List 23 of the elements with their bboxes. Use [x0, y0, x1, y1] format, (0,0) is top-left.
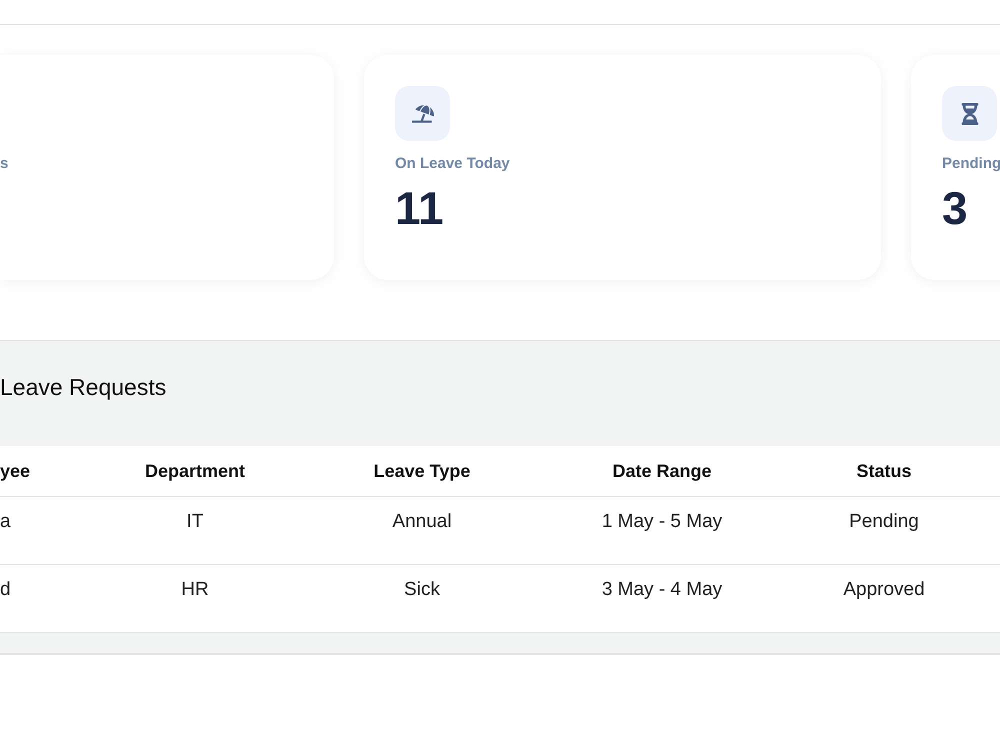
table-cell: a	[0, 510, 11, 534]
table-cell: Annual	[392, 510, 452, 534]
stat-label: On Leave Today	[395, 155, 510, 173]
table-cell: Pending	[849, 510, 919, 534]
stat-value: 3	[942, 182, 968, 234]
table-cell: 1 May - 5 May	[602, 510, 722, 534]
beach-umbrella-icon	[395, 86, 450, 141]
column-header: Status	[856, 460, 912, 482]
table-cell: 3 May - 4 May	[602, 578, 722, 602]
column-header: Leave Type	[374, 460, 470, 483]
stat-label: Pending	[942, 155, 1000, 173]
column-header: Department	[144, 460, 246, 483]
table-cell: Sick	[404, 578, 440, 602]
table-cell: IT	[186, 510, 204, 534]
table-cell: Approved	[843, 578, 925, 602]
column-header: yee	[0, 460, 30, 483]
table-cell: HR	[181, 578, 209, 602]
stat-label: s	[0, 155, 8, 173]
column-header: Date Range	[612, 460, 712, 483]
panel-title: Leave Requests	[0, 374, 166, 400]
table-cell: d	[0, 578, 11, 602]
hourglass-icon	[942, 86, 997, 141]
stat-value: 11	[395, 182, 444, 234]
